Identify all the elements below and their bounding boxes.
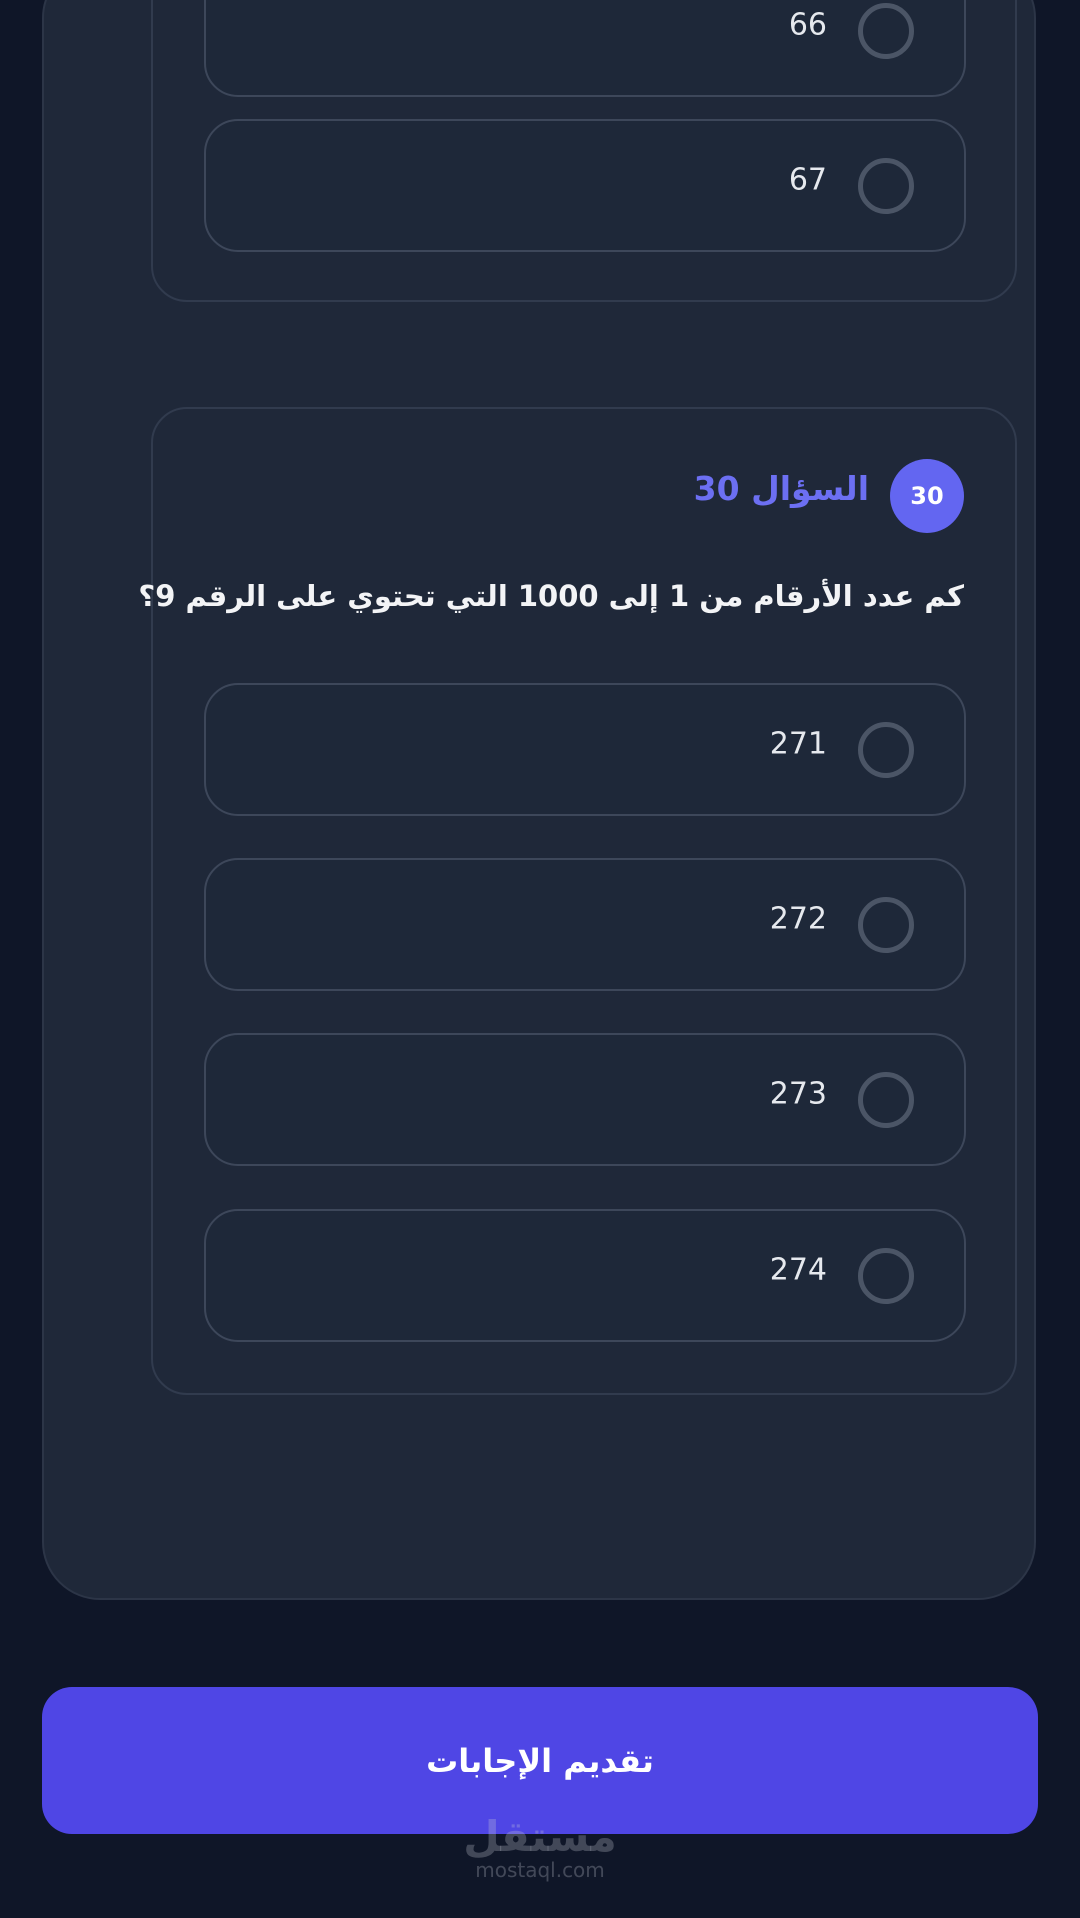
radio-button-icon[interactable] [858,721,914,778]
option-label: 272 [769,901,827,936]
question-text: كم عدد الأرقام من 1 إلى 1000 التي تحتوي … [138,579,964,613]
radio-button-icon[interactable] [858,1247,914,1304]
option-label: 274 [769,1252,827,1287]
question-title: السؤال 30 [693,469,869,508]
watermark-url-text: mostaql.com [475,1858,605,1882]
option-label: 66 [788,7,827,42]
answer-option-272[interactable]: 272 [204,858,966,991]
submit-answers-button[interactable]: تقديم الإجابات [42,1687,1038,1834]
radio-button-icon[interactable] [858,2,914,59]
radio-button-icon[interactable] [858,157,914,214]
question-number-badge: 30 [890,459,964,533]
answer-option-274[interactable]: 274 [204,1209,966,1342]
answer-option-66[interactable]: 66 [204,0,966,97]
radio-button-icon[interactable] [858,896,914,953]
question-card-29: 66 67 [151,0,1017,302]
answer-option-271[interactable]: 271 [204,683,966,816]
option-label: 271 [769,726,827,761]
radio-button-icon[interactable] [858,1071,914,1128]
option-label: 67 [788,162,827,197]
answer-option-273[interactable]: 273 [204,1033,966,1166]
question-card-30: 30 السؤال 30 كم عدد الأرقام من 1 إلى 100… [138,407,1017,1395]
quiz-container: 66 67 30 السؤال 30 كم عدد الأرقام من 1 إ… [42,0,1036,1600]
answer-option-67[interactable]: 67 [204,119,966,252]
option-label: 273 [769,1076,827,1111]
